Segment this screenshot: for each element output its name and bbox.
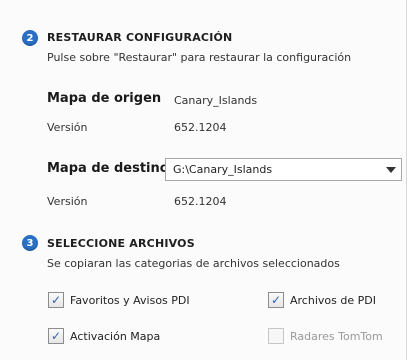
- restore-config-title: RESTAURAR CONFIGURACIÓN: [47, 31, 233, 44]
- step-number: 2: [26, 32, 34, 44]
- map-activation-checkbox[interactable]: ✓: [48, 328, 64, 344]
- chevron-down-icon[interactable]: [381, 166, 401, 173]
- speed-cameras-checkbox-label: Radares TomTom: [290, 330, 383, 343]
- check-icon: ✓: [270, 293, 282, 307]
- check-icon: ✓: [50, 293, 62, 307]
- select-files-subtitle: Se copiaran las categorias de archivos s…: [47, 257, 340, 270]
- step-2-badge: 2: [22, 30, 38, 46]
- source-version-label: Versión: [47, 121, 88, 134]
- dest-map-value: G:\Canary_Islands: [173, 163, 273, 176]
- dest-version-label: Versión: [47, 195, 88, 208]
- restore-settings-panel: 2 RESTAURAR CONFIGURACIÓN Pulse sobre "R…: [0, 0, 407, 360]
- restore-config-subtitle: Pulse sobre "Restaurar" para restaurar l…: [47, 51, 352, 64]
- dest-map-select[interactable]: G:\Canary_Islands: [165, 158, 402, 181]
- favorites-checkbox-label[interactable]: Favoritos y Avisos PDI: [70, 294, 190, 307]
- poi-files-checkbox[interactable]: ✓: [268, 292, 284, 308]
- select-files-title: SELECCIONE ARCHIVOS: [47, 237, 195, 250]
- source-version-value: 652.1204: [174, 121, 227, 134]
- poi-files-checkbox-label[interactable]: Archivos de PDI: [290, 294, 376, 307]
- dest-version-value: 652.1204: [174, 195, 227, 208]
- source-map-label: Mapa de origen: [47, 91, 162, 106]
- favorites-checkbox[interactable]: ✓: [48, 292, 64, 308]
- check-icon: ✓: [50, 329, 62, 343]
- map-activation-checkbox-label[interactable]: Activación Mapa: [70, 330, 160, 343]
- speed-cameras-checkbox: [268, 328, 284, 344]
- step-3-badge: 3: [22, 235, 38, 251]
- source-map-value: Canary_Islands: [174, 94, 258, 107]
- dest-map-label: Mapa de destino: [47, 161, 169, 176]
- step-number: 3: [26, 237, 34, 249]
